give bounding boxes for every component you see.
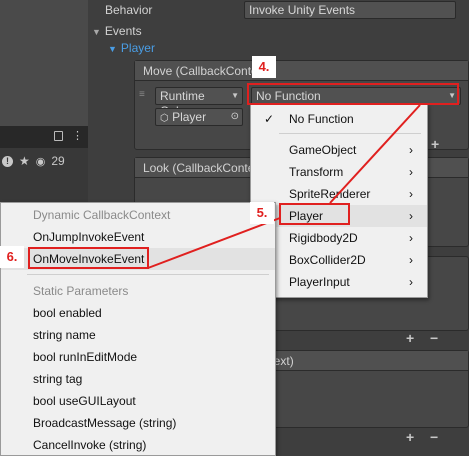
connector-line-5-6 [147,217,281,269]
step-6-callout: 6. [0,246,24,268]
step-5-callout: 5. [250,202,274,224]
connector-line-4-5 [329,104,421,204]
step-4-callout: 4. [252,56,276,78]
connector-lines [147,104,421,269]
